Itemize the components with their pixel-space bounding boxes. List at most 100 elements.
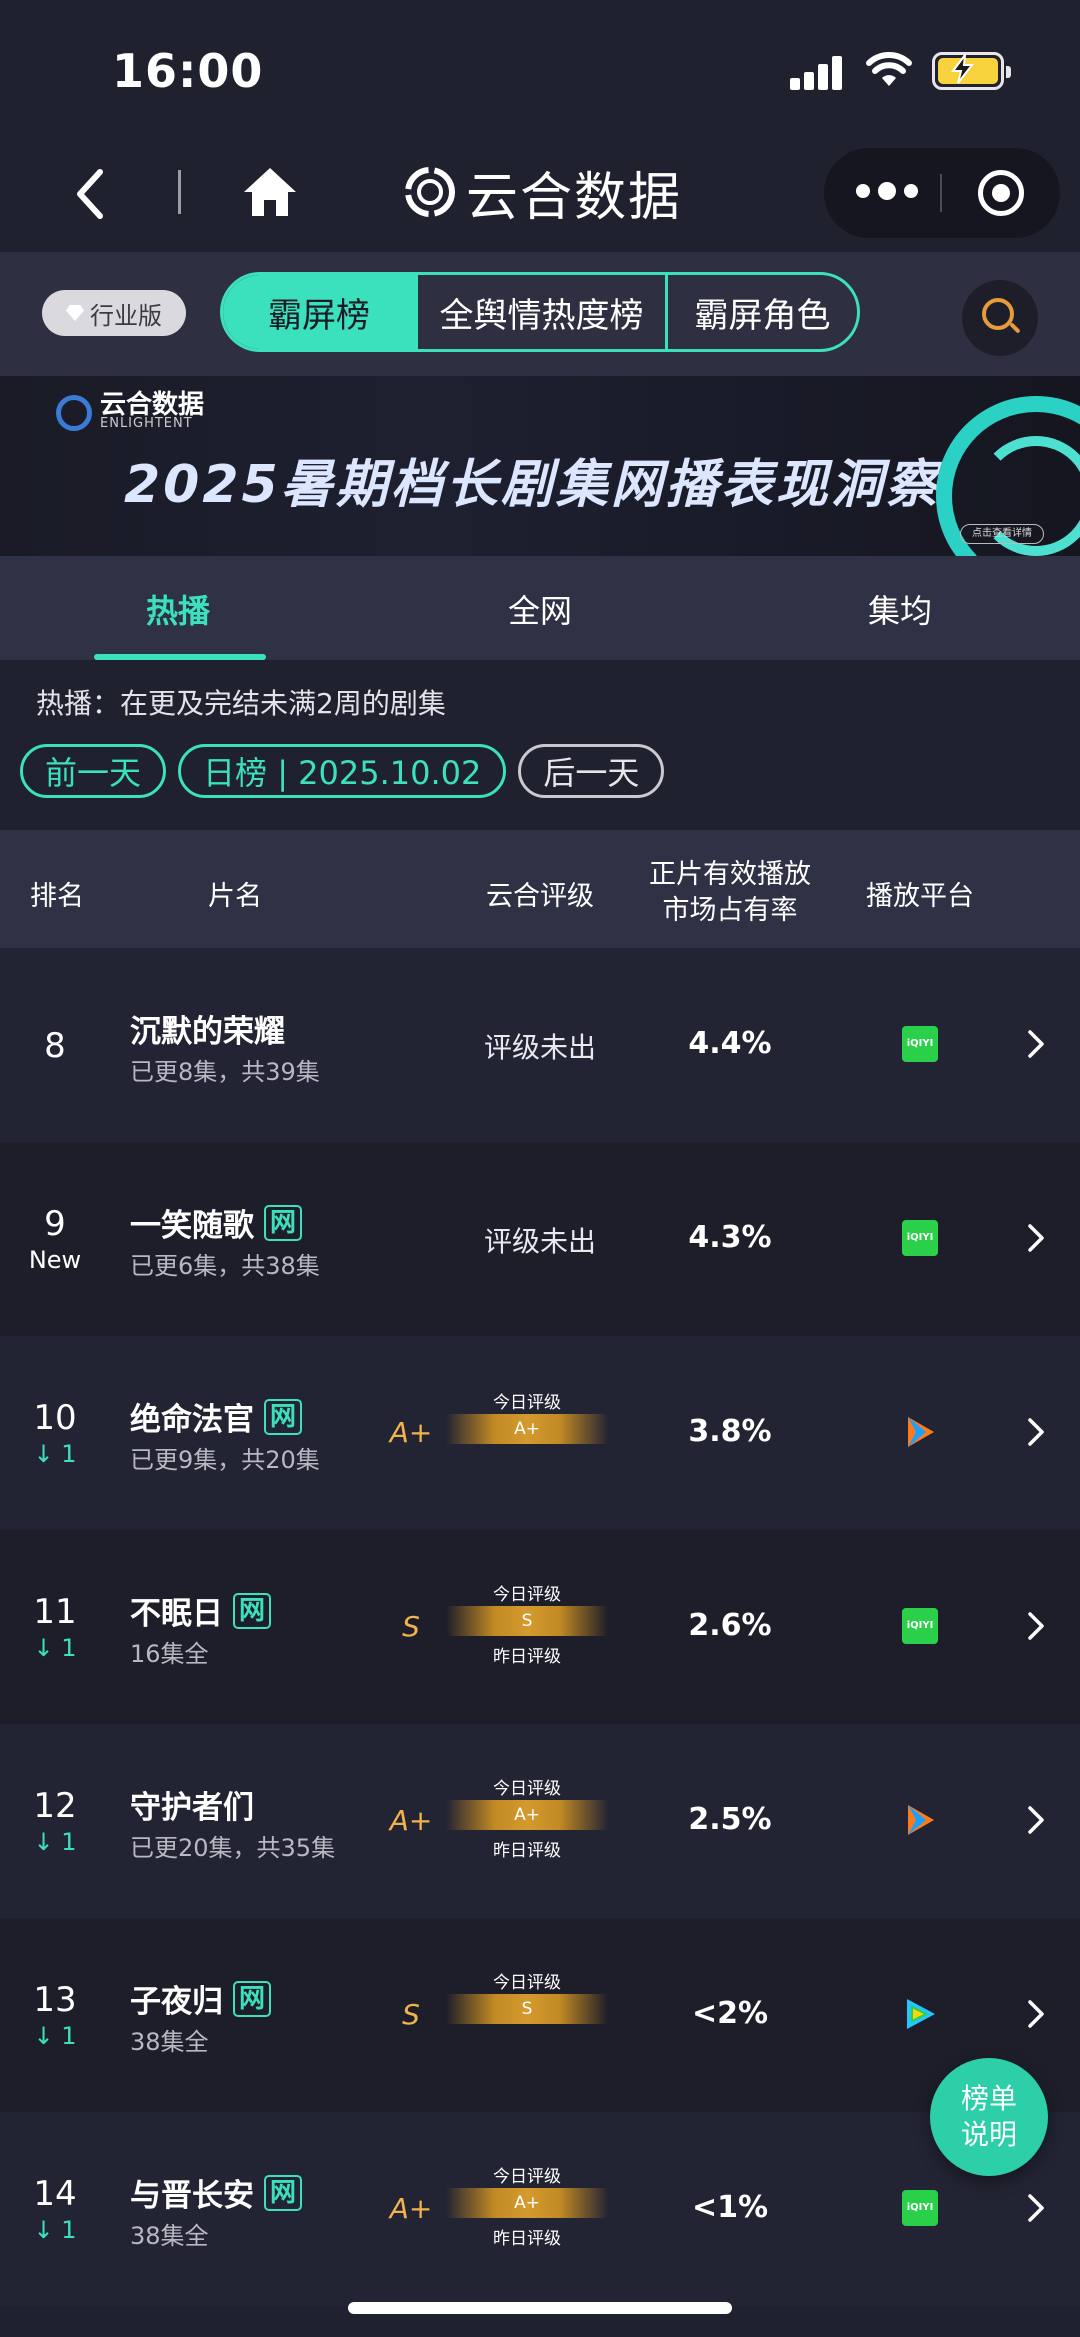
row-title-text: 与晋长安: [130, 2178, 254, 2214]
banner-detail-pill[interactable]: 点击查看详情: [960, 524, 1044, 544]
chevron-right-icon[interactable]: [1026, 1804, 1046, 1836]
row-market-share: <2%: [691, 1996, 769, 2031]
row-title-text: 绝命法官: [130, 1402, 254, 1438]
row-title: 不眠日网: [130, 1588, 272, 1633]
row-market-share: <1%: [691, 2190, 769, 2225]
signal-icon: [790, 56, 844, 90]
ranking-segment: 霸屏榜 全舆情热度榜 霸屏角色: [220, 272, 860, 352]
more-icon[interactable]: [856, 182, 918, 200]
banner-logo-name: 云合数据: [100, 390, 205, 420]
iqiyi-icon: iQIYI: [902, 1608, 938, 1644]
col-grade: 云合评级: [486, 881, 594, 912]
chevron-right-icon[interactable]: [1026, 1998, 1046, 2030]
table-row[interactable]: 13 ↓ 1 子夜归网 38集全 S 今日评级 S <2%: [0, 1918, 1080, 2112]
today-grade-label: 今日评级: [493, 1393, 561, 1413]
close-mini-program-icon[interactable]: [978, 170, 1024, 216]
row-episodes: 16集全: [130, 1640, 209, 1668]
promo-banner[interactable]: 云合数据 ENLIGHTENT 2025暑期档长剧集网播表现洞察 点击查看详情: [0, 376, 1080, 556]
ranking-explanation-button[interactable]: 榜单 说明: [930, 2058, 1048, 2176]
tab-dominant-role[interactable]: 霸屏角色: [665, 275, 857, 349]
table-row[interactable]: 10 ↓ 1 绝命法官网已更9集，共20集 A+ 今日评级 A+ 3.8%: [0, 1336, 1080, 1530]
today-grade-label: 今日评级: [493, 2167, 561, 2187]
today-grade-label: 今日评级: [493, 1779, 561, 1799]
yesterday-grade-label: 昨日评级: [493, 1841, 561, 1861]
brand-logo-icon: [405, 167, 455, 217]
row-grade-letter: S: [402, 1610, 420, 1643]
fab-label-1: 榜单: [960, 2082, 1017, 2115]
row-rank-change: ↓ 1: [33, 1634, 77, 1662]
search-button[interactable]: [962, 280, 1038, 356]
prev-day-button[interactable]: 前一天: [20, 744, 167, 798]
chevron-right-icon[interactable]: [1026, 2192, 1046, 2224]
row-episodes: 已更20集，共35集: [130, 1834, 336, 1862]
fab-label-2: 说明: [960, 2118, 1017, 2151]
row-grade-letter: A+: [389, 2192, 433, 2225]
subtab-per-episode[interactable]: 集均: [868, 586, 932, 632]
row-rank: 10: [33, 1398, 77, 1438]
iqiyi-icon: iQIYI: [902, 2190, 938, 2226]
date-selector[interactable]: 日榜 | 2025.10.02: [178, 744, 507, 798]
web-drama-tag: 网: [264, 1398, 303, 1435]
wifi-icon: [866, 52, 912, 86]
row-title: 绝命法官网: [130, 1394, 303, 1439]
row-market-share: 2.6%: [688, 1608, 772, 1643]
col-platform: 播放平台: [866, 881, 974, 912]
web-drama-tag: 网: [264, 2174, 303, 2211]
row-market-share: 4.4%: [688, 1026, 772, 1061]
active-tab-indicator: [94, 654, 266, 660]
tab-public-opinion[interactable]: 全舆情热度榜: [415, 275, 665, 349]
next-day-button[interactable]: 后一天: [518, 744, 665, 798]
row-rank: 11: [33, 1592, 77, 1632]
table-row[interactable]: 14 ↓ 1 与晋长安网 38集全 A+ 今日评级 A+ 昨日评级 <1% iQIYI: [0, 2112, 1080, 2306]
home-icon[interactable]: [242, 164, 298, 220]
col-share-line1: 正片有效播放: [649, 859, 811, 890]
table-row[interactable]: 11 ↓ 1 不眠日网 16集全 S 今日评级 S 昨日评级 2.6% iQIYI: [0, 1530, 1080, 1724]
row-episodes: 已更6集，共38集: [130, 1252, 320, 1280]
table-row[interactable]: 9 New 一笑随歌网已更6集，共38集 评级未出 4.3% iQIYI: [0, 1142, 1080, 1336]
row-rank: 12: [33, 1786, 77, 1826]
row-episodes: 38集全: [130, 2222, 209, 2250]
ranking-tabbar: 行业版 霸屏榜 全舆情热度榜 霸屏角色: [0, 252, 1080, 376]
row-title-text: 一笑随歌: [130, 1208, 254, 1244]
row-grade-letter: A+: [389, 1804, 433, 1837]
mini-program-capsule: [824, 148, 1060, 238]
row-market-share: 4.3%: [688, 1220, 772, 1255]
banner-headline: 2025暑期档长剧集网播表现洞察: [124, 455, 941, 515]
row-rank-change: New: [28, 1246, 82, 1274]
web-drama-tag: 网: [233, 1592, 272, 1629]
chevron-right-icon[interactable]: [1026, 1222, 1046, 1254]
chevron-right-icon[interactable]: [1026, 1610, 1046, 1642]
row-title: 守护者们: [130, 1782, 254, 1827]
row-title: 子夜归网: [130, 1976, 272, 2021]
col-title: 片名: [208, 881, 262, 912]
col-rank: 排名: [30, 881, 84, 912]
banner-logo: 云合数据 ENLIGHTENT: [56, 390, 205, 431]
col-share-line2: 市场占有率: [662, 895, 798, 926]
row-grade-letter: A+: [389, 1416, 433, 1449]
tab-dominant-screen[interactable]: 霸屏榜: [223, 275, 415, 349]
back-icon[interactable]: [70, 164, 110, 224]
row-title-text: 守护者们: [130, 1790, 254, 1826]
chevron-right-icon[interactable]: [1026, 1416, 1046, 1448]
row-title: 一笑随歌网: [130, 1200, 303, 1245]
row-title-text: 不眠日: [130, 1596, 223, 1632]
row-rank: 14: [33, 2174, 77, 2214]
chevron-right-icon[interactable]: [1026, 1028, 1046, 1060]
banner-logo-sub: ENLIGHTENT: [100, 416, 193, 431]
row-rank-change: ↓ 1: [33, 1828, 77, 1856]
subtab-hot[interactable]: 热播: [146, 586, 210, 632]
industry-edition-badge[interactable]: 行业版: [42, 290, 186, 336]
row-rank: 9: [44, 1204, 66, 1244]
row-grade-bar: A+: [446, 1414, 608, 1444]
row-grade-pending: 评级未出: [483, 1225, 596, 1258]
row-market-share: 3.8%: [688, 1414, 772, 1449]
row-market-share: 2.5%: [688, 1802, 772, 1837]
iqiyi-icon: iQIYI: [902, 1220, 938, 1256]
today-grade-label: 今日评级: [493, 1973, 561, 1993]
row-rank: 8: [44, 1026, 66, 1066]
subtab-all-network[interactable]: 全网: [508, 586, 572, 632]
row-episodes: 38集全: [130, 2028, 209, 2056]
table-row[interactable]: 8 沉默的荣耀 已更8集，共39集 评级未出 4.4% iQIYI: [0, 948, 1080, 1142]
diamond-icon: [66, 305, 84, 321]
table-row[interactable]: 12 ↓ 1 守护者们 已更20集，共35集 A+ 今日评级 A+ 昨日评级 2.5%: [0, 1724, 1080, 1918]
